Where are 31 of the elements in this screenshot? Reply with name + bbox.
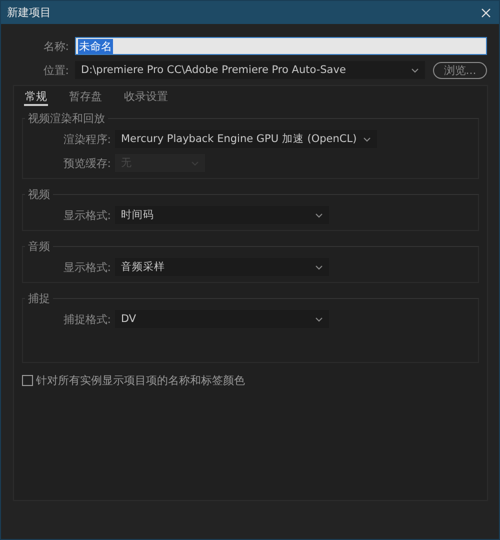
chevron-down-icon — [362, 136, 371, 142]
field-label: 捕捉格式: — [62, 312, 111, 326]
window-title: 新建项目 — [7, 5, 51, 20]
chevron-down-icon — [315, 212, 323, 218]
group-title: 捕捉 — [27, 291, 51, 306]
field-label: 预览缓存: — [62, 156, 111, 170]
checkbox[interactable] — [22, 375, 33, 386]
field-label: 渲染程序: — [62, 132, 111, 146]
dropdown[interactable]: Mercury Playback Engine GPU 加速 (OpenCL) — [115, 130, 377, 148]
group-title: 视频渲染和回放 — [27, 111, 106, 126]
chevron-down-icon — [315, 264, 323, 270]
chevron-down-icon — [411, 68, 419, 72]
browse-button[interactable]: 浏览... — [433, 62, 487, 78]
name-field[interactable]: 未命名 — [75, 37, 487, 55]
tab[interactable]: 常规 — [24, 89, 48, 106]
tab[interactable]: 暂存盘 — [68, 89, 103, 106]
group-title: 音频 — [27, 239, 51, 254]
close-button[interactable] — [479, 6, 493, 20]
chevron-down-icon — [315, 316, 323, 322]
chevron-down-icon — [191, 160, 199, 166]
dropdown[interactable]: DV — [115, 310, 329, 328]
location-dropdown[interactable]: D:\premiere Pro CC\Adobe Premiere Pro Auto-Save — [75, 61, 425, 79]
group-title: 视频 — [27, 187, 51, 202]
location-label: 位置: — [42, 62, 69, 78]
tab[interactable]: 收录设置 — [123, 89, 169, 106]
checkbox-label: 针对所有实例显示项目项的名称和标签颜色 — [36, 373, 245, 388]
dropdown[interactable]: 时间码 — [115, 206, 329, 224]
field-label: 显示格式: — [62, 208, 111, 222]
name-label: 名称: — [42, 38, 69, 54]
field-label: 显示格式: — [62, 260, 111, 274]
dropdown[interactable]: 音频采样 — [115, 258, 329, 276]
